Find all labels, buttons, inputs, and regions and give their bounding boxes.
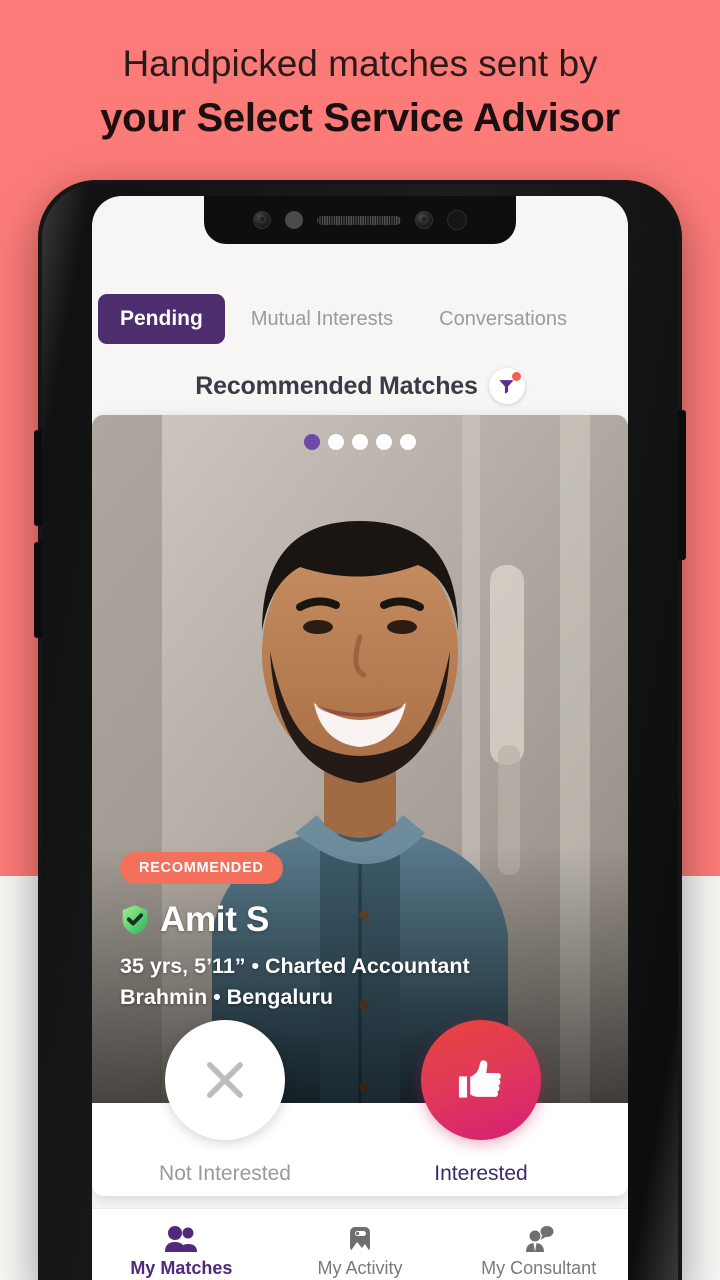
phone-notch <box>204 196 516 244</box>
promo-headline-line1: Handpicked matches sent by <box>122 43 598 84</box>
close-x-icon <box>207 1062 243 1098</box>
nav-item-my-consultant[interactable]: My Consultant <box>449 1221 628 1279</box>
interested-circle[interactable] <box>421 1020 541 1140</box>
nav-label-my-activity: My Activity <box>317 1257 403 1278</box>
proximity-sensor-icon <box>285 211 303 229</box>
carousel-dot-4[interactable] <box>376 434 392 450</box>
power-button[interactable] <box>678 410 686 560</box>
interested-button[interactable]: Interested <box>386 1020 576 1186</box>
profile-details-line2: Brahmin • Bengaluru <box>120 985 333 1009</box>
photo-icon <box>346 1221 374 1253</box>
carousel-dot-2[interactable] <box>328 434 344 450</box>
volume-down-button[interactable] <box>34 542 42 638</box>
tab-mutual-interests[interactable]: Mutual Interests <box>239 308 405 331</box>
filter-button[interactable] <box>488 368 525 404</box>
interested-label: Interested <box>434 1162 528 1185</box>
not-interested-circle[interactable] <box>165 1020 285 1140</box>
phone-mockup: Pending Mutual Interests Conversations R… <box>34 180 686 1280</box>
people-icon <box>164 1221 198 1253</box>
filter-notification-dot <box>511 372 521 381</box>
secondary-camera-icon <box>415 211 433 229</box>
earpiece-speaker-icon <box>317 215 401 225</box>
profile-info: Amit S 35 yrs, 5’11” • Charted Accountan… <box>120 900 470 1010</box>
carousel-dot-5[interactable] <box>400 434 416 450</box>
carousel-dot-3[interactable] <box>352 434 368 450</box>
nav-item-my-matches[interactable]: My Matches <box>92 1221 271 1279</box>
consultant-chat-icon <box>524 1221 554 1253</box>
page-title: Recommended Matches <box>195 371 478 400</box>
nav-label-my-consultant: My Consultant <box>481 1257 597 1278</box>
nav-label-my-matches: My Matches <box>130 1257 233 1278</box>
thumbs-up-icon <box>458 1060 501 1098</box>
front-camera-icon <box>253 211 271 229</box>
carousel-dot-1[interactable] <box>304 434 320 450</box>
nav-item-my-activity[interactable]: My Activity <box>271 1221 450 1279</box>
tab-bar: Pending Mutual Interests Conversations <box>92 294 628 344</box>
section-header: Recommended Matches <box>92 368 628 404</box>
ambient-sensor-icon <box>447 210 467 230</box>
profile-name: Amit S <box>160 900 270 939</box>
promo-headline: Handpicked matches sent by your Select S… <box>0 38 720 146</box>
verified-shield-icon <box>122 905 148 935</box>
promo-headline-line2: your Select Service Advisor <box>100 96 620 140</box>
tab-pending[interactable]: Pending <box>98 294 225 344</box>
action-bar: Not Interested Interested <box>92 1020 628 1196</box>
not-interested-label: Not Interested <box>159 1162 291 1185</box>
bottom-navigation: My Matches My Activity My Consultant <box>92 1208 628 1280</box>
volume-up-button[interactable] <box>34 430 42 526</box>
not-interested-button[interactable]: Not Interested <box>130 1020 320 1186</box>
tab-conversations[interactable]: Conversations <box>427 308 579 331</box>
phone-screen: Pending Mutual Interests Conversations R… <box>92 196 628 1280</box>
profile-details-line1: 35 yrs, 5’11” • Charted Accountant <box>120 954 470 978</box>
carousel-dots[interactable] <box>92 434 628 450</box>
match-card[interactable]: RECOMMENDED Amit S 35 yrs, 5’11” • Chart… <box>92 415 628 1196</box>
recommended-badge: RECOMMENDED <box>120 852 283 884</box>
